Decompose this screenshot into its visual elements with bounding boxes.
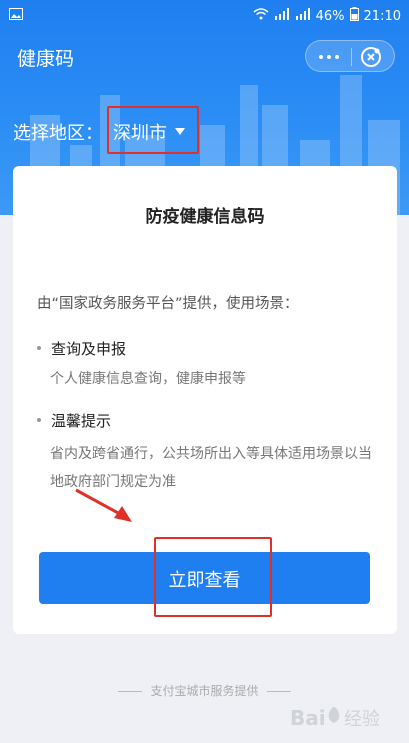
baidu-jingyan-watermark: Bai 经验	[290, 706, 380, 730]
mini-program-capsule	[305, 40, 395, 72]
clock: 21:10	[363, 8, 401, 24]
close-mini-program-icon[interactable]	[360, 46, 382, 68]
footer-text: 支付宝城市服务提供	[150, 684, 259, 698]
capsule-divider	[351, 48, 352, 66]
svg-text:Bai: Bai	[290, 706, 326, 730]
signal-icon-1	[274, 8, 290, 24]
region-dropdown[interactable]: 深圳市	[107, 106, 199, 154]
app-header: 健康码	[0, 32, 409, 80]
caret-down-icon	[175, 128, 185, 135]
section-tips: 温馨提示 省内及跨省通行，公共场所出入等具体适用场景以当地政府部门规定为准	[37, 410, 375, 496]
region-label: 选择地区：	[13, 123, 103, 144]
annotation-arrow-icon	[75, 488, 132, 522]
section-body: 个人健康信息查询，健康申报等	[50, 371, 246, 387]
battery-icon	[349, 7, 359, 25]
page-title: 健康码	[17, 48, 75, 70]
bullet-icon	[37, 346, 41, 350]
annotation-highlight-box	[154, 537, 272, 617]
gallery-icon	[9, 8, 23, 24]
section-heading: 查询及申报	[37, 338, 375, 359]
battery-percent: 46%	[315, 8, 345, 24]
section-heading: 温馨提示	[37, 410, 375, 431]
more-options-icon[interactable]	[316, 49, 342, 65]
section-query: 查询及申报 个人健康信息查询，健康申报等	[37, 338, 375, 393]
card-title: 防疫健康信息码	[145, 207, 265, 227]
signal-icon-2	[295, 8, 311, 24]
region-value: 深圳市	[113, 123, 167, 144]
status-bar: 46% 21:10	[0, 0, 409, 32]
bullet-icon	[37, 418, 41, 422]
svg-text:经验: 经验	[344, 709, 380, 730]
section-heading-text: 温馨提示	[51, 412, 112, 430]
intro-text: 由“国家政务服务平台”提供，使用场景：	[37, 296, 299, 312]
wifi-icon	[253, 8, 269, 24]
footer-line-right	[266, 691, 291, 692]
footer-line-left	[118, 691, 143, 692]
region-selector-row: 选择地区： 深圳市	[0, 104, 409, 154]
section-heading-text: 查询及申报	[51, 340, 127, 358]
